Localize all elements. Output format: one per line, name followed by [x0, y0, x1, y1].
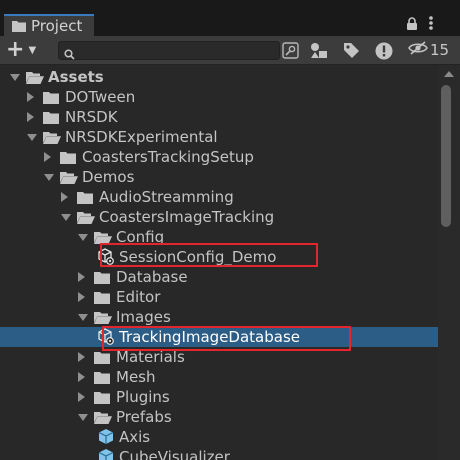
filter-by-label-icon[interactable] — [343, 42, 360, 63]
filter-by-type-icon[interactable] — [310, 42, 328, 63]
folder-icon — [94, 369, 110, 388]
collapsed-arrow-icon[interactable] — [78, 392, 85, 402]
lock-icon[interactable] — [406, 16, 418, 35]
vertical-scrollbar[interactable] — [438, 65, 460, 460]
tree-row-label: Prefabs — [116, 408, 172, 426]
folder-icon — [77, 189, 93, 208]
open-folder-icon — [60, 169, 78, 188]
tree-row[interactable]: CubeVisualizer — [0, 447, 438, 460]
tree-row-label: CubeVisualizer — [119, 448, 230, 460]
search-input[interactable] — [79, 42, 275, 59]
tree-row[interactable]: Axis — [0, 427, 438, 447]
tree-row[interactable]: Images — [0, 307, 438, 327]
tree-row-label: NRSDK — [65, 108, 118, 126]
scrollbar-thumb[interactable] — [441, 85, 451, 227]
tree-row-label: Demos — [82, 168, 135, 186]
folder-icon — [94, 389, 110, 408]
collapsed-arrow-icon[interactable] — [78, 272, 85, 282]
collapsed-arrow-icon[interactable] — [78, 292, 85, 302]
collapsed-arrow-icon[interactable] — [61, 192, 68, 202]
open-folder-icon — [43, 129, 61, 148]
folder-icon — [60, 149, 76, 168]
folder-icon — [43, 109, 59, 128]
tree-row[interactable]: Database — [0, 267, 438, 287]
folder-icon — [43, 89, 59, 108]
tree-row-label: DOTween — [65, 88, 136, 106]
tree-row-label: Mesh — [116, 368, 156, 386]
tree-row-label: NRSDKExperimental — [65, 128, 218, 146]
tree-row-label: Editor — [116, 288, 161, 306]
tree-row[interactable]: Editor — [0, 287, 438, 307]
eye-slash-icon — [408, 41, 428, 59]
expanded-arrow-icon[interactable] — [44, 174, 54, 181]
tree-row[interactable]: CoastersImageTracking — [0, 207, 438, 227]
folder-icon — [94, 289, 110, 308]
scroll-up-arrow-icon[interactable] — [444, 71, 454, 77]
collapsed-arrow-icon[interactable] — [27, 112, 34, 122]
collapsed-arrow-icon[interactable] — [27, 92, 34, 102]
plus-icon: + — [6, 37, 25, 62]
search-field[interactable] — [58, 41, 280, 60]
tree-row-label: Axis — [119, 428, 151, 446]
dropdown-caret-icon: ▼ — [28, 44, 37, 56]
tab-project[interactable]: Project — [4, 14, 94, 36]
toolbar: + ▼ 15 — [0, 36, 460, 65]
highlight-box-tracking-image-database — [102, 326, 351, 351]
tree-row-label: Database — [116, 268, 188, 286]
tab-label: Project — [31, 17, 83, 35]
highlight-box-session-config — [100, 243, 318, 267]
tree-row[interactable]: NRSDK — [0, 107, 438, 127]
create-button[interactable]: + ▼ — [6, 39, 46, 61]
tree-row[interactable]: DOTween — [0, 87, 438, 107]
folder-icon — [94, 269, 110, 288]
tree-row[interactable]: Assets — [0, 67, 438, 87]
tree-row[interactable]: Plugins — [0, 387, 438, 407]
expanded-arrow-icon[interactable] — [61, 214, 71, 221]
open-folder-icon — [94, 409, 112, 428]
tree-row-label: CoastersTrackingSetup — [82, 148, 254, 166]
tree-row-label: CoastersImageTracking — [99, 208, 275, 226]
expanded-arrow-icon[interactable] — [78, 314, 88, 321]
tree-row-label: Plugins — [116, 388, 170, 406]
expanded-arrow-icon[interactable] — [78, 234, 88, 241]
prefab-icon — [97, 448, 115, 460]
folder-icon — [12, 17, 26, 36]
expanded-arrow-icon[interactable] — [78, 414, 88, 421]
collapsed-arrow-icon[interactable] — [44, 152, 51, 162]
more-options-icon[interactable] — [428, 15, 434, 35]
search-by-type-icon[interactable] — [282, 42, 299, 63]
collapsed-arrow-icon[interactable] — [78, 352, 85, 362]
hidden-count-label: 15 — [430, 41, 450, 59]
collapsed-arrow-icon[interactable] — [78, 372, 85, 382]
tree-row[interactable]: NRSDKExperimental — [0, 127, 438, 147]
expanded-arrow-icon[interactable] — [10, 74, 20, 81]
search-icon — [64, 45, 75, 64]
open-folder-icon — [77, 209, 95, 228]
warning-icon[interactable] — [375, 42, 393, 64]
tree-row-label: Assets — [48, 68, 104, 86]
tree-row[interactable]: AudioStreamming — [0, 187, 438, 207]
title-bar: Project — [0, 0, 460, 36]
folder-icon — [94, 349, 110, 368]
tree-row[interactable]: Mesh — [0, 367, 438, 387]
tree-row[interactable]: Demos — [0, 167, 438, 187]
tree-row-label: Images — [116, 308, 171, 326]
tree-row[interactable]: CoastersTrackingSetup — [0, 147, 438, 167]
expanded-arrow-icon[interactable] — [27, 134, 37, 141]
open-folder-icon — [26, 69, 44, 88]
tree-row[interactable]: Prefabs — [0, 407, 438, 427]
hidden-packages-toggle[interactable]: 15 — [408, 41, 449, 59]
tree-row-label: AudioStreamming — [99, 188, 234, 206]
